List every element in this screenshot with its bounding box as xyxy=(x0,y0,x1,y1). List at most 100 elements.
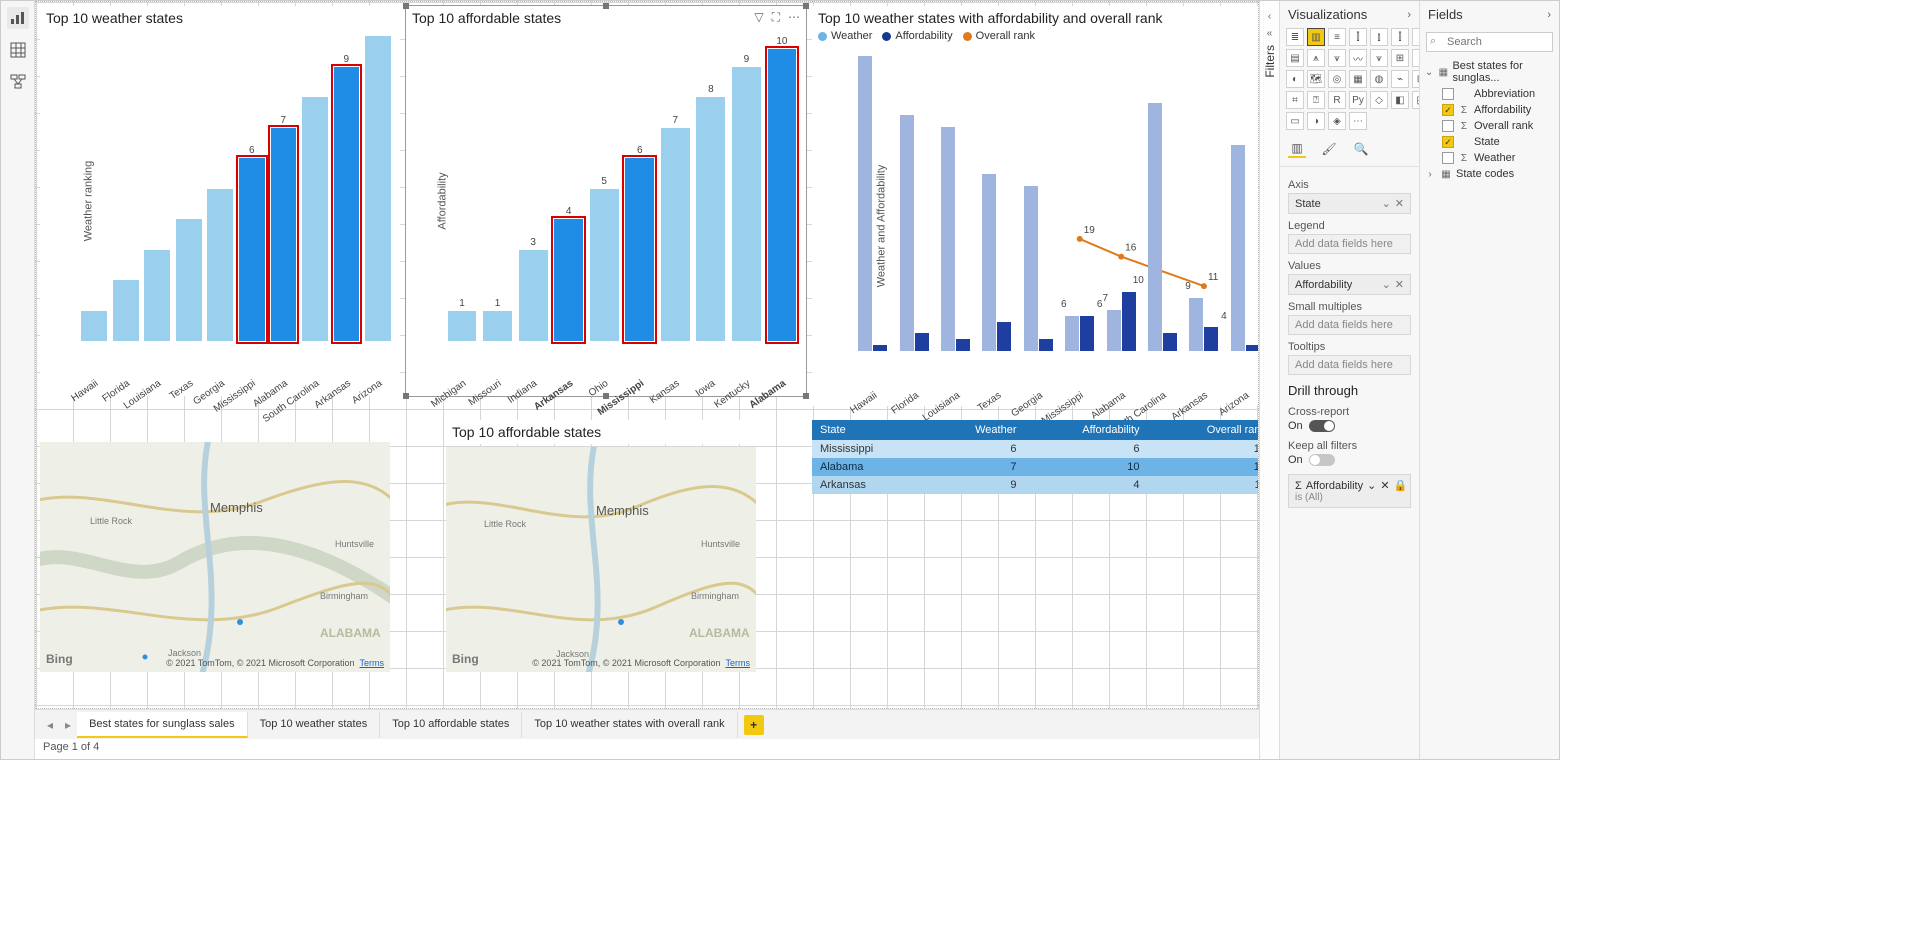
viz-type-icon[interactable]: ▤ xyxy=(1286,49,1304,67)
combo-column[interactable]: Arizona xyxy=(1225,56,1259,351)
fields-table[interactable]: ⌄▦Best states for sunglas... xyxy=(1424,58,1555,86)
bar[interactable]: 1Michigan xyxy=(446,36,478,341)
table-row[interactable]: Mississippi6619 xyxy=(812,440,1259,458)
viz-type-icon[interactable]: ≣ xyxy=(1286,28,1304,46)
viz-type-icon[interactable]: ⩚ xyxy=(1307,49,1325,67)
table-row[interactable]: Arkansas9411 xyxy=(812,476,1259,494)
fields-field[interactable]: ΣWeather xyxy=(1424,150,1555,166)
table-row[interactable]: Alabama71016 xyxy=(812,458,1259,476)
filter-icon[interactable]: ▽ xyxy=(754,10,763,25)
viz-type-icon[interactable]: 〰 xyxy=(1349,49,1367,67)
page-tab[interactable]: Top 10 affordable states xyxy=(380,712,522,738)
bar[interactable]: Florida xyxy=(112,36,140,341)
table-header[interactable]: Affordability xyxy=(1025,420,1148,440)
viz-type-icon[interactable]: ▥ xyxy=(1307,28,1325,46)
viz-weather-states[interactable]: Top 10 weather states Weather ranking Ha… xyxy=(40,6,400,396)
tab-next-button[interactable]: ▸ xyxy=(59,718,77,732)
bar[interactable]: Texas xyxy=(175,36,203,341)
viz-type-icon[interactable]: ◑ xyxy=(1307,112,1325,130)
format-tab-icon[interactable]: 🖌 xyxy=(1320,140,1338,158)
bar[interactable]: South Carolina xyxy=(301,36,329,341)
remove-field-button[interactable]: ✕ xyxy=(1395,198,1404,210)
viz-type-icon[interactable]: ◍ xyxy=(1370,70,1388,88)
well-tooltips[interactable]: Add data fields here xyxy=(1288,355,1411,375)
remove-field-button[interactable]: ✕ xyxy=(1395,279,1404,291)
analytics-tab-icon[interactable]: 🔍 xyxy=(1352,140,1370,158)
field-checkbox[interactable] xyxy=(1442,152,1454,164)
viz-type-icon[interactable]: ⩛ xyxy=(1370,49,1388,67)
report-view-icon[interactable] xyxy=(7,7,29,29)
bar[interactable]: 6Mississippi xyxy=(238,36,266,341)
bar[interactable]: Georgia xyxy=(206,36,234,341)
viz-type-icon[interactable]: 🗺 xyxy=(1307,70,1325,88)
fields-table[interactable]: ›▦State codes xyxy=(1424,166,1555,182)
page-tab[interactable]: Best states for sunglass sales xyxy=(77,712,248,738)
combo-column[interactable]: 94Arkansas xyxy=(1183,56,1224,351)
viz-type-icon[interactable]: ◇ xyxy=(1370,91,1388,109)
more-options-icon[interactable]: ⋯ xyxy=(788,10,800,25)
viz-affordable-states[interactable]: Top 10 affordable states ▽ ⛶ ⋯ Affordabi… xyxy=(406,6,806,396)
chevron-down-icon[interactable]: ⌄ xyxy=(1367,479,1376,492)
map-terms-link[interactable]: Terms xyxy=(360,658,385,668)
well-axis[interactable]: State⌄✕ xyxy=(1288,193,1411,214)
bar[interactable]: 5Ohio xyxy=(588,36,620,341)
fields-pane-header[interactable]: Fields › xyxy=(1420,1,1559,28)
combo-column[interactable]: South Carolina xyxy=(1142,56,1183,351)
chevron-right-icon[interactable]: › xyxy=(1407,9,1411,21)
viz-pane-header[interactable]: Visualizations › xyxy=(1280,1,1419,28)
fields-search-input[interactable] xyxy=(1426,32,1553,52)
combo-column[interactable]: Texas xyxy=(976,56,1017,351)
viz-type-icon[interactable]: ◧ xyxy=(1391,91,1409,109)
focus-mode-icon[interactable]: ⛶ xyxy=(772,10,780,25)
combo-column[interactable]: 66Mississippi xyxy=(1059,56,1100,351)
keep-filters-toggle[interactable] xyxy=(1309,454,1335,466)
chevron-down-icon[interactable]: ⌄ xyxy=(1382,198,1391,210)
viz-type-icon[interactable]: ⊞ xyxy=(1391,49,1409,67)
viz-type-icon[interactable]: ◐ xyxy=(1286,70,1304,88)
fields-field[interactable]: ✓State xyxy=(1424,134,1555,150)
fields-field[interactable]: Abbreviation xyxy=(1424,86,1555,102)
fields-field[interactable]: ΣOverall rank xyxy=(1424,118,1555,134)
bar[interactable]: 8Iowa xyxy=(695,36,727,341)
viz-type-icon[interactable]: ⌁ xyxy=(1391,70,1409,88)
table-header[interactable]: State xyxy=(812,420,928,440)
remove-filter-button[interactable]: ✕ xyxy=(1380,479,1389,492)
field-checkbox[interactable]: ✓ xyxy=(1442,136,1454,148)
bar[interactable]: 9Kentucky xyxy=(730,36,762,341)
bar[interactable]: 7Kansas xyxy=(659,36,691,341)
fields-field[interactable]: ✓ΣAffordability xyxy=(1424,102,1555,118)
report-canvas[interactable]: Top 10 weather states Weather ranking Ha… xyxy=(35,1,1259,709)
viz-type-icon[interactable]: ⫾ xyxy=(1370,28,1388,46)
well-smallmult[interactable]: Add data fields here xyxy=(1288,315,1411,335)
combo-column[interactable]: 710Alabama xyxy=(1100,56,1141,351)
well-legend[interactable]: Add data fields here xyxy=(1288,234,1411,254)
combo-column[interactable]: Hawaii xyxy=(852,56,893,351)
bar[interactable]: 1Missouri xyxy=(482,36,514,341)
bar[interactable]: 4Arkansas xyxy=(553,36,585,341)
viz-type-icon[interactable]: R xyxy=(1328,91,1346,109)
add-page-button[interactable]: + xyxy=(744,715,764,735)
viz-type-icon[interactable]: ⋯ xyxy=(1349,112,1367,130)
viz-type-icon[interactable]: ≡ xyxy=(1328,28,1346,46)
chevron-down-icon[interactable]: ⌄ xyxy=(1382,279,1391,291)
cross-report-toggle[interactable] xyxy=(1309,420,1335,432)
bar[interactable]: 3Indiana xyxy=(517,36,549,341)
data-view-icon[interactable] xyxy=(7,39,29,61)
bar[interactable]: Louisiana xyxy=(143,36,171,341)
model-view-icon[interactable] xyxy=(7,71,29,93)
bar[interactable]: 6Mississippi xyxy=(624,36,656,341)
viz-type-icon[interactable]: ◎ xyxy=(1328,70,1346,88)
combo-column[interactable]: Florida xyxy=(893,56,934,351)
viz-weather-affordability-rank[interactable]: Top 10 weather states with affordability… xyxy=(812,6,1259,406)
bar[interactable]: 9Arkansas xyxy=(332,36,360,341)
fields-tab-icon[interactable]: ▥ xyxy=(1288,140,1306,158)
bar[interactable]: Arizona xyxy=(364,36,392,341)
drill-filter-card[interactable]: ΣAffordability⌄✕🔒 is (All) xyxy=(1288,474,1411,508)
field-checkbox[interactable]: ✓ xyxy=(1442,104,1454,116)
tab-prev-button[interactable]: ◂ xyxy=(41,718,59,732)
viz-rank-table[interactable]: StateWeatherAffordabilityOverall rankMis… xyxy=(812,420,1259,494)
field-checkbox[interactable] xyxy=(1442,120,1454,132)
bar[interactable]: 7Alabama xyxy=(269,36,297,341)
bar[interactable]: 10Alabama xyxy=(766,36,798,341)
viz-type-icon[interactable]: Py xyxy=(1349,91,1367,109)
